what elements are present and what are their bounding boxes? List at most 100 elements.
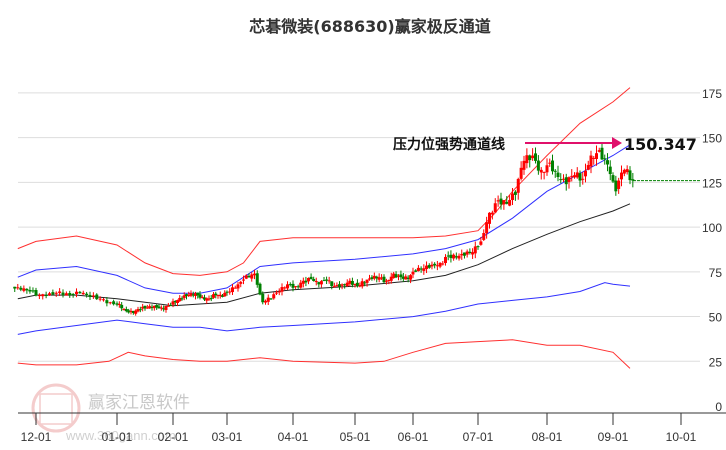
candle-up [539, 167, 543, 180]
candle-body [264, 300, 267, 303]
candle-body [365, 279, 369, 283]
candle-up [416, 265, 420, 272]
candle-up [332, 282, 336, 288]
candle-body [603, 158, 607, 160]
candle-body [299, 282, 303, 288]
candle-body [496, 200, 500, 202]
candle-up [570, 169, 574, 182]
candle-body [595, 153, 598, 159]
candle-up [277, 288, 281, 296]
candle-up [425, 261, 429, 274]
candle-body [476, 246, 480, 248]
candle-body [233, 287, 237, 289]
candle-body [37, 295, 41, 297]
candle-up [314, 277, 318, 286]
candle-body [280, 287, 284, 292]
candle-up [205, 297, 209, 304]
candle-up [438, 262, 442, 269]
candle-up [48, 291, 51, 296]
candle-body [261, 293, 265, 303]
candle-body [435, 265, 439, 267]
y-tick-label: 125 [702, 176, 722, 190]
candle-body [266, 297, 270, 302]
candle-down [608, 160, 612, 181]
watermark-name: 赢家江恩软件 [88, 393, 190, 413]
candle-up [519, 161, 523, 181]
candle-body [360, 281, 364, 287]
candle-body [58, 291, 62, 294]
channel-bands [17, 87, 631, 369]
candle-body [564, 177, 568, 185]
candle-body [556, 172, 560, 178]
candle-body [536, 160, 540, 171]
candle-body [508, 199, 512, 206]
candle-down [468, 248, 472, 255]
y-tick-label: 150 [702, 132, 722, 146]
candle-body [169, 305, 173, 307]
candle-up [223, 290, 227, 297]
candle-body [597, 150, 601, 152]
candle-body [457, 255, 461, 259]
band-lower-red [17, 339, 631, 369]
candle-up [299, 279, 303, 289]
candle-body [61, 292, 65, 295]
candle-body [332, 286, 336, 288]
candle-body [551, 160, 554, 172]
candle-down [559, 173, 563, 184]
candle-up [307, 277, 310, 285]
candle-body [81, 292, 85, 295]
candle-down [198, 291, 202, 300]
candle-body [606, 160, 609, 165]
annotation-value: 150.347 [624, 135, 697, 154]
candle-down [51, 289, 55, 296]
candle-body [117, 304, 121, 306]
candle-body [505, 201, 509, 204]
candle-up [239, 280, 243, 288]
candle-body [338, 284, 341, 287]
candle-up [164, 305, 168, 313]
candle-body [586, 165, 590, 170]
candle-body [239, 281, 243, 284]
candle-body [414, 270, 418, 272]
candle-body [499, 198, 503, 205]
candle-body [13, 286, 17, 289]
candle-up [348, 278, 352, 287]
candle-up [597, 147, 601, 153]
candle-up [573, 172, 576, 179]
candle-down [304, 276, 308, 287]
candle-body [269, 298, 273, 300]
candle-body [307, 277, 310, 282]
candle-up [301, 277, 305, 288]
x-tick-label: 02-01 [158, 430, 189, 444]
candle-body [611, 175, 615, 182]
candle-down [330, 281, 334, 290]
candle-up [266, 294, 270, 306]
candle-body [247, 275, 251, 278]
candle-up [545, 158, 549, 176]
x-tick-label: 09-01 [598, 430, 629, 444]
candle-body [102, 299, 105, 301]
candle-body [419, 268, 423, 270]
candle-up [218, 291, 222, 299]
candle-up [250, 272, 254, 282]
candle-body [502, 200, 506, 205]
candle-body [581, 178, 585, 180]
candle-body [548, 162, 552, 164]
candle-body [348, 280, 352, 284]
candle-body [301, 280, 305, 284]
candle-body [277, 291, 281, 293]
candle-body [449, 254, 453, 259]
candle-body [345, 282, 349, 286]
candle-body [108, 302, 112, 304]
x-tick-label: 04-01 [278, 430, 309, 444]
candle-up [542, 171, 546, 180]
candle-up [625, 165, 629, 175]
candle-up [595, 145, 598, 166]
candle-body [473, 246, 477, 254]
candle-body [231, 287, 234, 293]
candle-down [476, 245, 480, 250]
candle-body [589, 155, 593, 167]
candle-up [54, 291, 58, 297]
candle-body [294, 286, 298, 288]
candle-up [280, 283, 284, 296]
